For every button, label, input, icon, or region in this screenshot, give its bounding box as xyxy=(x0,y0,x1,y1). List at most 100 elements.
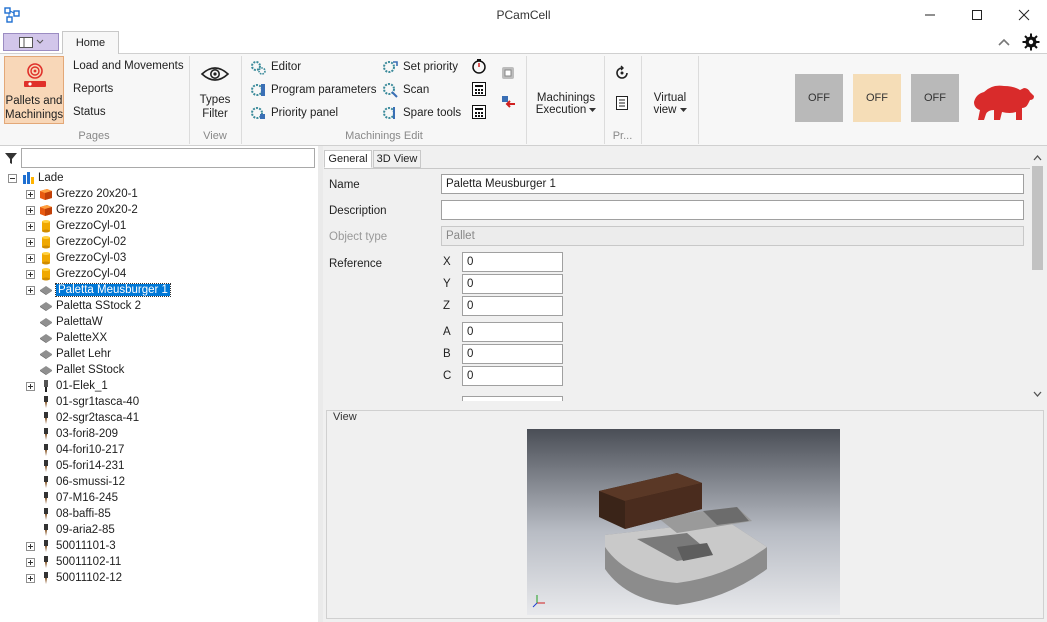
coord-y-field[interactable]: 0 xyxy=(462,274,563,294)
set-priority-button[interactable]: Set priority xyxy=(382,58,458,76)
timer-button[interactable] xyxy=(471,58,489,76)
coord-z-field[interactable]: 0 xyxy=(462,296,563,316)
gears-icon xyxy=(251,61,266,75)
status-off-button-1[interactable]: OFF xyxy=(795,74,843,122)
app-menu-button[interactable] xyxy=(3,33,59,51)
tree-item[interactable]: Paletta Meusburger 1 xyxy=(26,282,171,298)
tab-home[interactable]: Home xyxy=(62,31,119,54)
expand-toggle-icon[interactable] xyxy=(26,269,35,279)
tree-filter-input[interactable] xyxy=(21,148,315,168)
axis-label-x: X xyxy=(443,256,451,268)
program-parameters-label: Program parameters xyxy=(271,84,377,96)
tree-item[interactable]: 07-M16-245 xyxy=(26,490,118,506)
scan-button[interactable]: Scan xyxy=(382,81,429,99)
spare-tools-label: Spare tools xyxy=(403,107,462,119)
tree-item-label: 50011102-12 xyxy=(56,572,123,584)
scroll-thumb[interactable] xyxy=(1032,166,1043,270)
tree-item-label: 01-sgr1tasca-40 xyxy=(56,396,140,408)
electrode-icon xyxy=(39,379,56,393)
tree-item[interactable]: 01-sgr1tasca-40 xyxy=(26,394,139,410)
tree-item[interactable]: PaletteXX xyxy=(26,330,107,346)
tree-item[interactable]: GrezzoCyl-01 xyxy=(26,218,126,234)
tree-item[interactable]: 03-fori8-209 xyxy=(26,426,118,442)
expand-toggle-icon[interactable] xyxy=(26,381,35,391)
tree-item[interactable]: 50011102-11 xyxy=(26,554,121,570)
tree-item[interactable]: 05-fori14-231 xyxy=(26,458,124,474)
pallet-icon xyxy=(39,283,56,297)
sheet-button[interactable] xyxy=(471,81,489,99)
program-list-button[interactable] xyxy=(614,95,632,113)
expand-toggle-icon[interactable] xyxy=(26,189,35,199)
virtual-view-button[interactable]: Virtual view xyxy=(647,92,693,124)
types-filter-button[interactable]: Types Filter xyxy=(193,58,237,124)
3d-viewport[interactable] xyxy=(527,429,840,615)
coord-x-field[interactable]: 0 xyxy=(462,252,563,272)
settings-gear-icon[interactable] xyxy=(1022,33,1040,51)
transfer-button[interactable] xyxy=(500,94,518,112)
tree-item[interactable]: 06-smussi-12 xyxy=(26,474,125,490)
expand-toggle-icon[interactable] xyxy=(26,541,35,551)
object-type-field: Pallet xyxy=(441,226,1024,246)
name-field[interactable]: Paletta Meusburger 1 xyxy=(441,174,1024,194)
tree-item[interactable]: 09-aria2-85 xyxy=(26,522,115,538)
scroll-up-arrow-icon[interactable] xyxy=(1032,152,1043,162)
tool-icon xyxy=(39,459,56,473)
tree-item[interactable]: 08-baffi-85 xyxy=(26,506,111,522)
dropdown-arrow-icon xyxy=(679,107,687,112)
tree-item[interactable]: Paletta SStock 2 xyxy=(26,298,141,314)
tree-item[interactable]: 04-fori10-217 xyxy=(26,442,124,458)
tool-icon xyxy=(39,539,56,553)
tree-root-lade[interactable]: Lade xyxy=(8,170,64,186)
status-off-button-2[interactable]: OFF xyxy=(853,74,901,122)
coord-b-field[interactable]: 0 xyxy=(462,344,563,364)
expand-toggle-icon[interactable] xyxy=(26,221,35,231)
tree-item[interactable]: 50011101-3 xyxy=(26,538,116,554)
expand-toggle-icon[interactable] xyxy=(26,205,35,215)
scroll-down-arrow-icon[interactable] xyxy=(1032,388,1043,398)
cylinder-icon xyxy=(39,251,56,265)
collapse-toggle-icon[interactable] xyxy=(8,173,17,183)
tree-item[interactable]: Pallet SStock xyxy=(26,362,124,378)
pallets-and-machinings-button[interactable]: Pallets and Machinings xyxy=(4,56,64,124)
tree-item-label: Grezzo 20x20-1 xyxy=(56,188,138,200)
maximize-button[interactable] xyxy=(954,0,1000,30)
close-button[interactable] xyxy=(1001,0,1047,30)
scan-icon xyxy=(383,83,398,98)
editor-button[interactable]: Editor xyxy=(250,58,301,76)
machinings-execution-button[interactable]: Machinings Execution xyxy=(530,92,602,124)
tree-item[interactable]: 01-Elek_1 xyxy=(26,378,108,394)
tree-item[interactable]: PalettaW xyxy=(26,314,103,330)
load-and-movements-button[interactable]: Load and Movements xyxy=(73,60,184,72)
group-separator xyxy=(526,56,527,144)
tab-general[interactable]: General xyxy=(324,150,372,168)
tree-item[interactable]: Pallet Lehr xyxy=(26,346,111,362)
expand-toggle-icon[interactable] xyxy=(26,285,35,295)
description-field[interactable] xyxy=(441,200,1024,220)
expand-toggle-icon[interactable] xyxy=(26,573,35,583)
reports-button[interactable]: Reports xyxy=(73,83,113,95)
expand-toggle-icon[interactable] xyxy=(26,237,35,247)
refresh-button[interactable] xyxy=(614,65,632,83)
minimize-button[interactable] xyxy=(907,0,953,30)
tree-item[interactable]: GrezzoCyl-03 xyxy=(26,250,126,266)
tree-item[interactable]: GrezzoCyl-02 xyxy=(26,234,126,250)
tree-item[interactable]: Grezzo 20x20-2 xyxy=(26,202,138,218)
status-button[interactable]: Status xyxy=(73,106,106,118)
priority-panel-button[interactable]: Priority panel xyxy=(250,104,338,122)
window-title: PCamCell xyxy=(496,8,551,22)
expand-toggle-icon[interactable] xyxy=(26,557,35,567)
coord-c-field[interactable]: 0 xyxy=(462,366,563,386)
status-off-button-3[interactable]: OFF xyxy=(911,74,959,122)
tree-item[interactable]: 02-sgr2tasca-41 xyxy=(26,410,139,426)
spare-tools-button[interactable]: Spare tools xyxy=(382,104,461,122)
collapse-ribbon-icon[interactable] xyxy=(996,35,1012,49)
program-parameters-button[interactable]: Program parameters xyxy=(250,81,376,99)
expand-toggle-icon[interactable] xyxy=(26,253,35,263)
coord-a-field[interactable]: 0 xyxy=(462,322,563,342)
copy-button[interactable] xyxy=(500,65,518,83)
tree-item[interactable]: 50011102-12 xyxy=(26,570,122,586)
tree-item[interactable]: Grezzo 20x20-1 xyxy=(26,186,138,202)
sheet-button-2[interactable] xyxy=(471,104,489,122)
tab-3d-view[interactable]: 3D View xyxy=(373,150,421,168)
tree-item[interactable]: GrezzoCyl-04 xyxy=(26,266,126,282)
